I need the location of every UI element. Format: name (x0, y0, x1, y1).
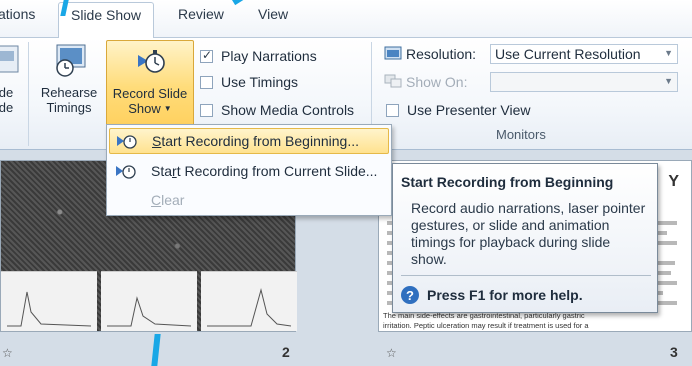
show-on-icon (384, 74, 402, 88)
menu-accelerator: C (151, 192, 162, 208)
menu-item-label: lear (161, 192, 185, 208)
checkbox-label: Use Presenter View (407, 102, 531, 118)
resolution-value: Use Current Resolution (495, 46, 641, 62)
histogram-chart (107, 296, 192, 327)
show-media-controls-checkbox[interactable]: Show Media Controls (200, 102, 354, 118)
record-from-beginning-icon (117, 135, 137, 149)
slide-transition-icon: ☆ (386, 346, 397, 360)
tab-review[interactable]: Review (178, 6, 224, 22)
record-from-current-icon (116, 165, 136, 179)
histogram-panel (201, 271, 297, 331)
histogram-panel (1, 271, 97, 331)
tooltip: Start Recording from Beginning Record au… (392, 163, 658, 313)
help-icon: ? (401, 286, 419, 304)
checkbox-unchecked[interactable] (386, 103, 399, 117)
button-label: Record Slide (112, 86, 188, 101)
menu-item-label: tart Recording from Beginning... (161, 133, 359, 149)
tooltip-divider (401, 275, 651, 276)
monitors-group-label: Monitors (496, 127, 546, 142)
button-label: Show (128, 101, 161, 116)
button-label: de (0, 100, 14, 115)
checkbox-unchecked[interactable] (200, 103, 213, 117)
checkbox-unchecked[interactable] (200, 75, 213, 89)
tooltip-help-text: Press F1 for more help. (427, 287, 583, 303)
button-label: Rehearse (40, 85, 98, 100)
menu-item-clear[interactable]: Clear (109, 187, 389, 213)
slide-title-fragment: Y (668, 173, 679, 190)
slide-text: irritation. Peptic ulceration may result… (383, 321, 589, 330)
menu-item-start-from-beginning[interactable]: Start Recording from Beginning... (109, 128, 389, 154)
stopwatch-icon (138, 50, 165, 73)
tab-view[interactable]: View (258, 6, 288, 22)
checkbox-label: Play Narrations (221, 48, 317, 64)
dropdown-arrow-icon: ▼ (163, 104, 172, 113)
resolution-dropdown[interactable]: Use Current Resolution ▼ (490, 44, 678, 64)
use-presenter-view-checkbox[interactable]: Use Presenter View (386, 102, 530, 118)
resolution-label: Resolution: (406, 46, 477, 62)
rehearse-timings-icon (56, 44, 86, 77)
from-current-slide-button[interactable]: de de (0, 42, 20, 115)
chevron-down-icon: ▼ (664, 76, 673, 86)
tab-slide-show[interactable]: Slide Show (58, 2, 155, 39)
menu-item-start-from-current[interactable]: Start Recording from Current Slide... (109, 158, 389, 184)
checkbox-label: Show Media Controls (221, 102, 355, 118)
resolution-icon (384, 46, 402, 60)
menu-item-label: t Recording from Current Slide... (176, 163, 378, 179)
ribbon-tabs: ations Slide Show Review View (0, 0, 692, 39)
use-timings-checkbox[interactable]: Use Timings (200, 74, 298, 90)
tooltip-body: Record audio narrations, laser pointer g… (411, 200, 646, 267)
checkbox-checked[interactable] (200, 48, 213, 63)
checkbox-label: Use Timings (221, 74, 299, 90)
histogram-panel (101, 271, 197, 331)
menu-item-label: Sta (151, 163, 173, 179)
button-label: Timings (46, 100, 92, 115)
tooltip-help: ? Press F1 for more help. (401, 286, 583, 304)
play-narrations-checkbox[interactable]: Play Narrations (200, 48, 317, 64)
rehearse-timings-button[interactable]: Rehearse Timings (36, 42, 102, 115)
tooltip-title: Start Recording from Beginning (401, 174, 614, 190)
show-on-label: Show On: (406, 74, 468, 90)
slide-transition-icon: ☆ (2, 346, 13, 360)
histogram-chart (207, 288, 292, 327)
divider (28, 42, 29, 146)
menu-accelerator: S (152, 133, 162, 149)
record-slide-show-button[interactable]: Record Slide Show ▼ (106, 40, 194, 126)
chevron-down-icon: ▼ (664, 48, 673, 58)
slide-icon (0, 45, 19, 73)
tab-animations[interactable]: ations (0, 6, 35, 22)
button-label: de (0, 85, 14, 100)
slide-number: 3 (670, 344, 678, 360)
show-on-dropdown: ▼ (490, 72, 678, 92)
histogram-chart (7, 291, 92, 327)
slide-number: 2 (282, 344, 290, 360)
record-slide-show-menu: Start Recording from Beginning... Start … (106, 124, 392, 216)
